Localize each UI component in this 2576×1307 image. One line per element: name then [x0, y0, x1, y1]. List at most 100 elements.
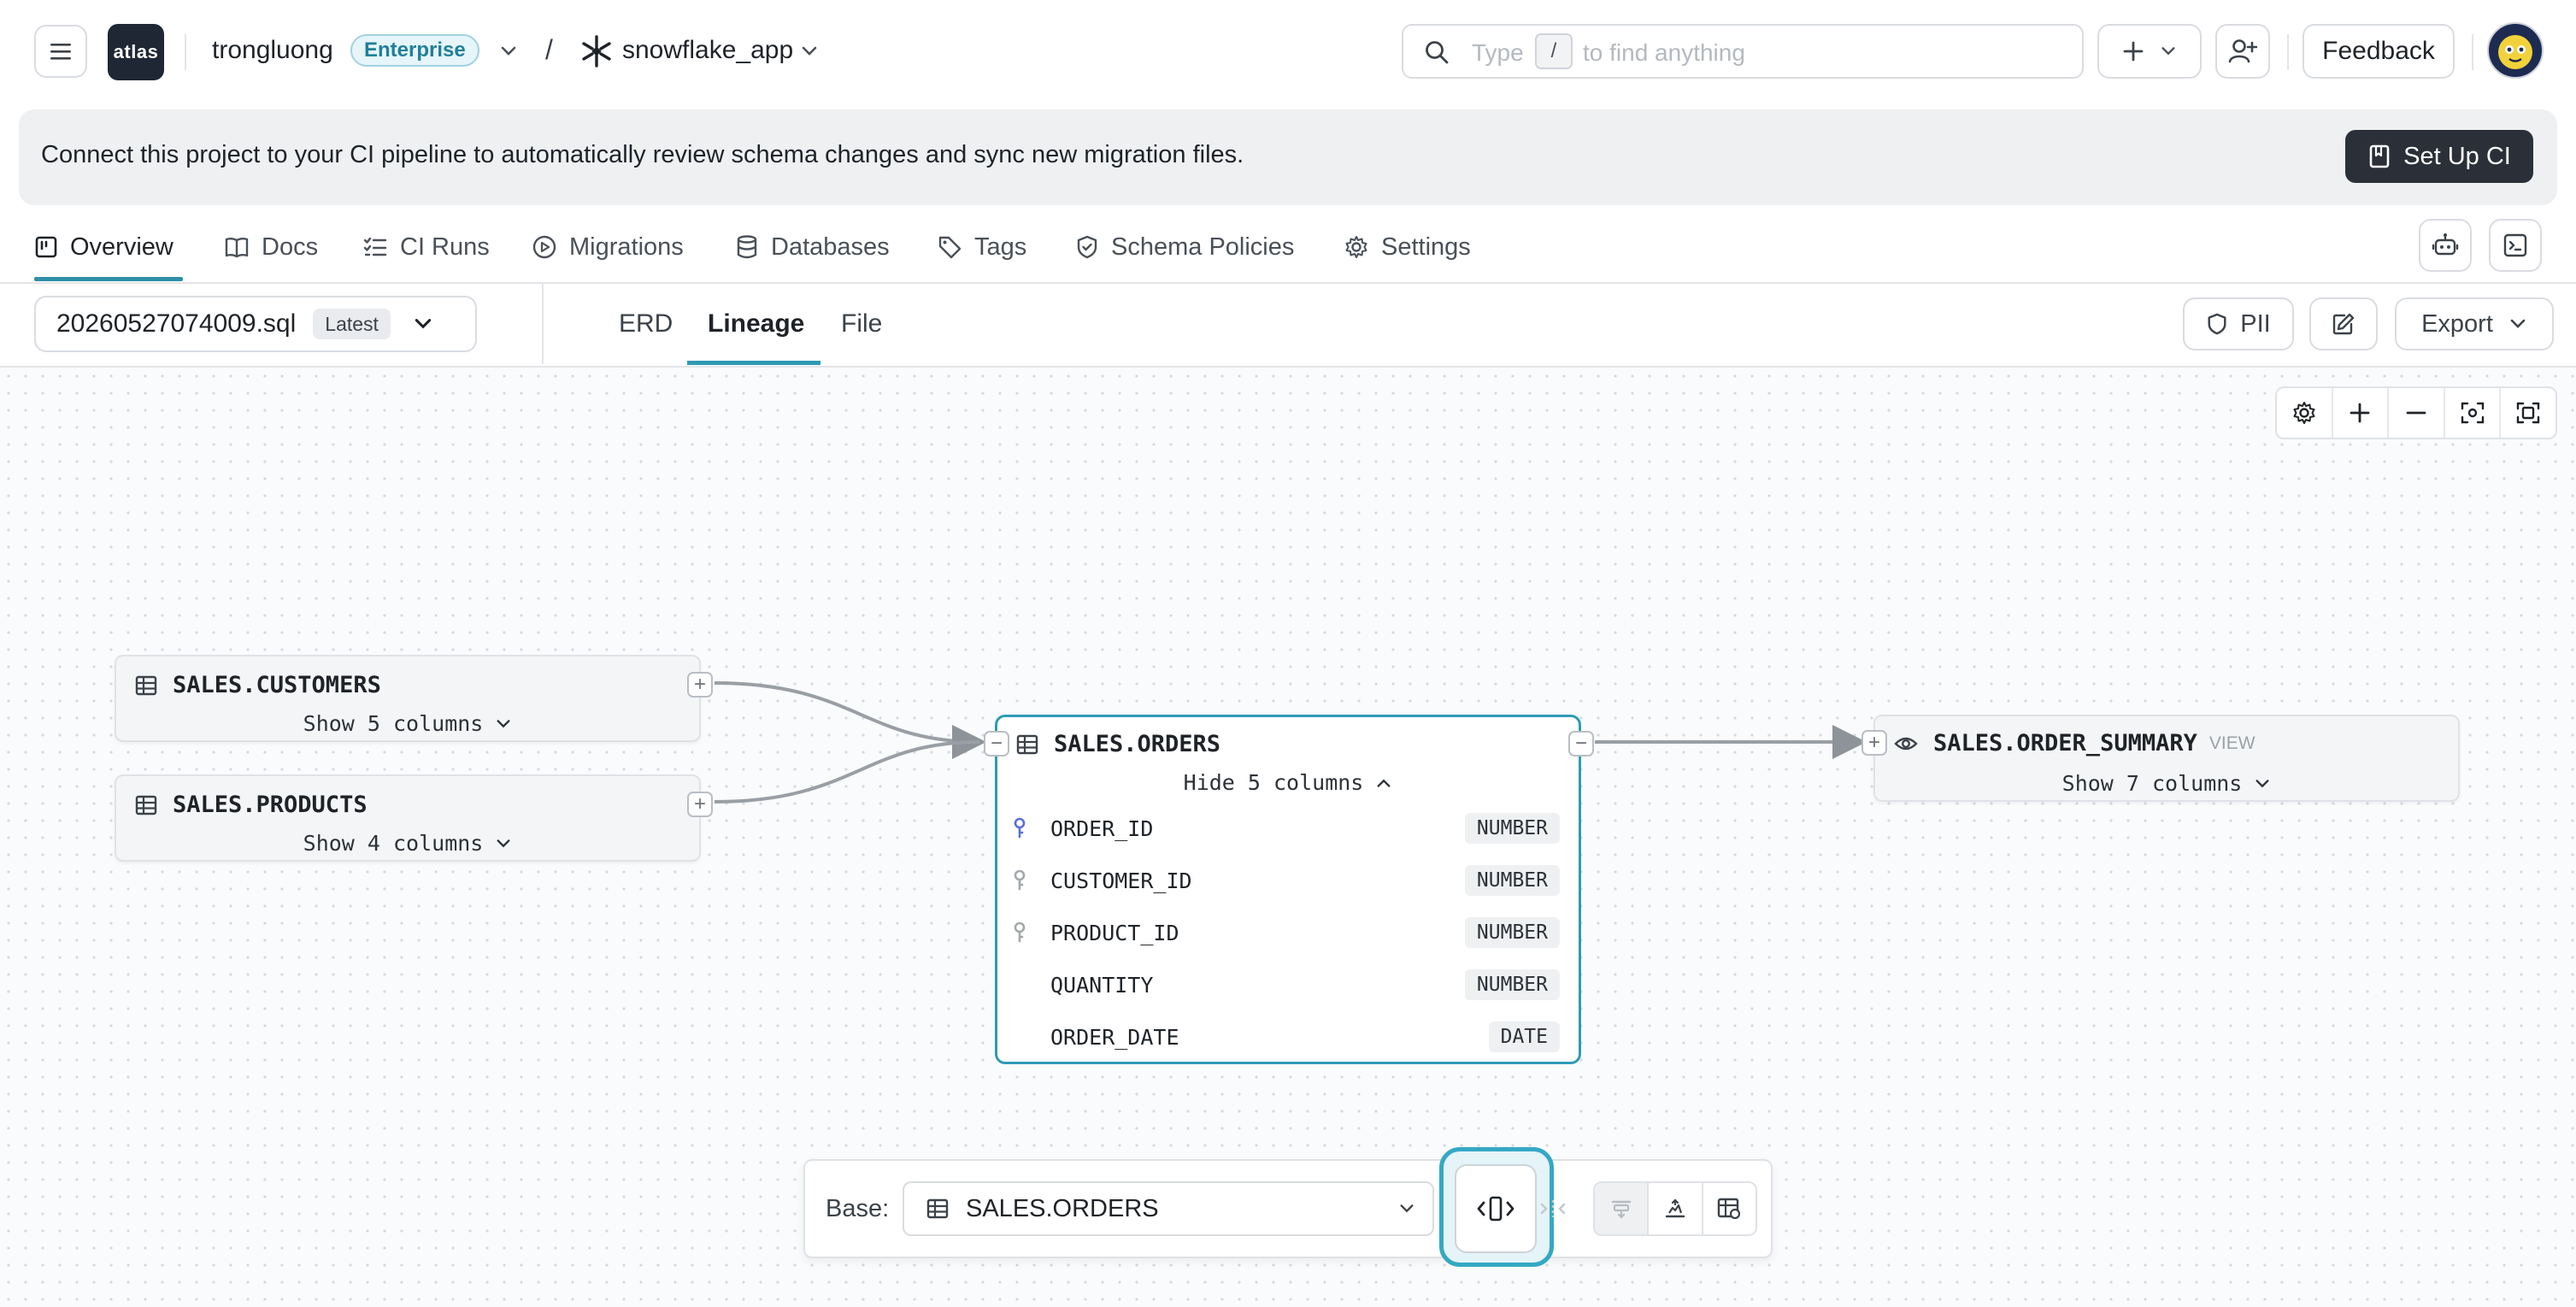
- fit-view-button[interactable]: [2501, 388, 2555, 438]
- align-bottom-icon: [1665, 1198, 1685, 1218]
- search-shortcut-key: /: [1535, 33, 1573, 69]
- lineage-canvas[interactable]: SALES.CUSTOMERS Show 5 columns + SALES.P…: [0, 368, 2576, 1307]
- invite-user-button[interactable]: [2215, 24, 2270, 79]
- view-tab-lineage[interactable]: Lineage: [708, 284, 804, 364]
- search-placeholder-suffix: to find anything: [1583, 39, 1745, 66]
- menu-button[interactable]: [34, 25, 87, 78]
- column-name: ORDER_ID: [1050, 816, 1154, 841]
- tab-label: CI Runs: [400, 233, 490, 261]
- zoom-in-button[interactable]: [2333, 388, 2390, 438]
- column-row[interactable]: QUANTITY NUMBER: [997, 961, 1579, 1012]
- terminal-button[interactable]: [2489, 219, 2542, 272]
- tab-migrations[interactable]: Migrations: [532, 214, 684, 280]
- node-title: SALES.PRODUCTS: [135, 792, 368, 818]
- tab-settings[interactable]: Settings: [1344, 214, 1471, 280]
- assistant-button[interactable]: [2419, 219, 2472, 272]
- column-type: NUMBER: [1464, 917, 1560, 948]
- avatar[interactable]: [2487, 22, 2544, 79]
- base-table-select[interactable]: SALES.ORDERS: [903, 1181, 1434, 1236]
- logo-text: atlas: [113, 41, 159, 62]
- table-name: SALES.ORDERS: [1054, 731, 1221, 757]
- export-button[interactable]: Export: [2395, 297, 2554, 350]
- table-node-customers[interactable]: SALES.CUSTOMERS Show 5 columns +: [115, 655, 713, 742]
- base-label: Base:: [826, 1195, 890, 1222]
- gear-icon: [2293, 402, 2315, 424]
- show-columns-toggle[interactable]: Show 4 columns: [116, 831, 699, 856]
- column-row[interactable]: CUSTOMER_ID NUMBER: [997, 857, 1579, 908]
- node-title: SALES.CUSTOMERS: [135, 672, 381, 698]
- tab-label: Schema Policies: [1111, 233, 1295, 261]
- edit-button[interactable]: [2309, 297, 2378, 350]
- setup-ci-button[interactable]: Set Up CI: [2345, 130, 2533, 183]
- hamburger-icon: [50, 44, 71, 60]
- org-name[interactable]: trongluong: [212, 36, 333, 65]
- expand-lineage-handle[interactable]: +: [687, 792, 713, 817]
- pii-button[interactable]: PII: [2183, 297, 2294, 350]
- tab-databases[interactable]: Databases: [735, 214, 890, 280]
- export-label: Export: [2421, 309, 2493, 338]
- active-tab-indicator: [34, 277, 183, 281]
- plus-icon: [2123, 41, 2144, 62]
- table-node-products[interactable]: SALES.PRODUCTS Show 4 columns +: [115, 774, 713, 862]
- view-node-order-summary[interactable]: + SALES.ORDER_SUMMARY VIEW Show 7 column…: [1861, 715, 2460, 802]
- divider: [542, 284, 544, 364]
- migration-file-select[interactable]: 20260527074009.sql Latest: [34, 296, 477, 352]
- view-badge: VIEW: [2208, 733, 2255, 753]
- column-name: QUANTITY: [1050, 973, 1154, 998]
- column-name: PRODUCT_ID: [1050, 921, 1179, 945]
- search-placeholder-prefix: Type: [1472, 39, 1524, 66]
- table-node-orders[interactable]: − − SALES.ORDERS Hide 5 columns ORDER_ID…: [984, 715, 1594, 1064]
- pii-label: PII: [2240, 309, 2271, 338]
- project-name[interactable]: snowflake_app: [622, 36, 793, 65]
- column-row[interactable]: PRODUCT_ID NUMBER: [997, 909, 1579, 960]
- layout-top-button[interactable]: [1595, 1183, 1650, 1234]
- shield-icon: [2208, 313, 2226, 335]
- hide-columns-toggle[interactable]: Hide 5 columns: [997, 770, 1579, 795]
- expand-lineage-handle[interactable]: +: [687, 672, 713, 698]
- list-check-icon: [363, 237, 387, 256]
- feedback-label: Feedback: [2322, 37, 2435, 65]
- collapse-upstream-handle[interactable]: −: [984, 731, 1009, 757]
- foreign-key-icon: [1014, 921, 1026, 943]
- tab-ci-runs[interactable]: CI Runs: [362, 214, 490, 280]
- chevron-down-icon[interactable]: [499, 43, 518, 60]
- column-row[interactable]: ORDER_ID NUMBER: [997, 804, 1579, 856]
- tab-schema-policies[interactable]: Schema Policies: [1075, 214, 1294, 280]
- expand-width-button[interactable]: [1455, 1164, 1537, 1253]
- collapse-downstream-handle[interactable]: −: [1568, 731, 1594, 757]
- tab-overview[interactable]: Overview: [34, 214, 173, 280]
- atlas-logo[interactable]: atlas: [108, 24, 164, 80]
- column-name: CUSTOMER_ID: [1050, 868, 1192, 893]
- avatar-face-icon: [2498, 35, 2532, 69]
- view-tab-label: Lineage: [708, 309, 805, 338]
- zoom-out-button[interactable]: [2389, 388, 2445, 438]
- collapse-horizontal-icon[interactable]: [1538, 1197, 1567, 1221]
- play-circle-icon: [532, 235, 556, 259]
- canvas-settings-button[interactable]: [2277, 388, 2333, 438]
- expand-lineage-handle[interactable]: +: [1861, 730, 1887, 756]
- view-tab-erd[interactable]: ERD: [619, 284, 673, 364]
- tab-docs[interactable]: Docs: [224, 214, 318, 280]
- create-button[interactable]: [2097, 24, 2202, 79]
- feedback-button[interactable]: Feedback: [2303, 24, 2455, 79]
- chevron-up-icon: [1377, 779, 1391, 787]
- tab-label: Databases: [771, 233, 890, 261]
- chevron-down-icon[interactable]: [800, 43, 819, 60]
- tab-tags[interactable]: Tags: [937, 214, 1026, 280]
- edge-customers-orders: [714, 681, 986, 759]
- search-input[interactable]: Type / to find anything: [1402, 24, 2084, 79]
- terminal-icon: [2503, 233, 2527, 257]
- view-tab-file[interactable]: File: [841, 284, 882, 364]
- layout-bottom-button[interactable]: [1649, 1183, 1703, 1234]
- setup-ci-label: Set Up CI: [2403, 142, 2511, 170]
- show-columns-toggle[interactable]: Show 7 columns: [1875, 771, 2458, 796]
- column-row[interactable]: ORDER_DATE DATE: [997, 1013, 1579, 1064]
- snowflake-icon: [582, 35, 611, 68]
- show-columns-toggle[interactable]: Show 5 columns: [116, 711, 699, 736]
- toggle-label: Show 5 columns: [303, 711, 484, 736]
- plan-badge: Enterprise: [350, 34, 479, 67]
- focus-selection-button[interactable]: [2445, 388, 2502, 438]
- tab-label: Settings: [1381, 233, 1471, 261]
- chevron-down-icon: [2255, 779, 2269, 787]
- minimap-button[interactable]: [1703, 1183, 1756, 1234]
